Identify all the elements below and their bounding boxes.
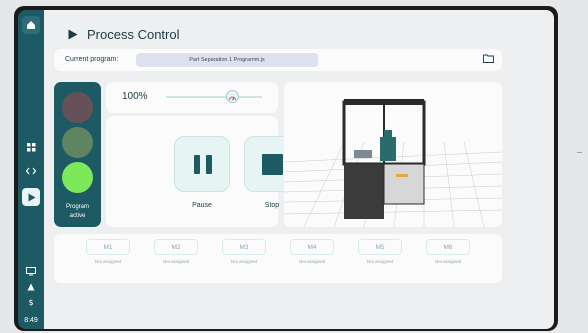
control-panel: Pause Stop [106, 116, 300, 227]
current-program-field[interactable]: Part Separation 1 Programm.js [136, 53, 318, 67]
yellow-light [62, 127, 93, 158]
dollar-icon[interactable]: $ [22, 293, 40, 311]
motor-name: M5 [358, 239, 402, 255]
sidebar: $ 8:49 [18, 10, 44, 329]
status-light-panel: Program active [54, 82, 101, 227]
motor-slot[interactable]: M6 Not assigned [426, 239, 470, 264]
pause-button[interactable] [174, 136, 230, 192]
motor-status: Not assigned [94, 259, 122, 264]
gauge-icon [229, 96, 236, 101]
speed-slider-track[interactable] [166, 96, 262, 98]
pause-label: Pause [192, 202, 212, 209]
machine-render [284, 99, 502, 227]
green-light [62, 162, 93, 193]
motor-slot[interactable]: M5 Not assigned [358, 239, 402, 264]
motor-slot[interactable]: M4 Not assigned [290, 239, 334, 264]
motor-name: M2 [154, 239, 198, 255]
speed-slider-thumb[interactable] [226, 90, 239, 103]
red-light [62, 92, 93, 123]
motor-status: Not assigned [230, 259, 258, 264]
machine-3d-view[interactable] [284, 82, 502, 227]
grid-icon[interactable] [22, 138, 40, 156]
motor-status: Not assigned [366, 259, 394, 264]
pause-icon [194, 155, 212, 174]
status-label-line2: active [69, 213, 86, 219]
status-label-line1: Program [65, 204, 89, 210]
edge-marker [577, 152, 582, 153]
motor-status: Not assigned [298, 259, 326, 264]
play-icon[interactable] [22, 188, 40, 206]
speed-panel: 100% [106, 82, 278, 113]
status-label: Program active [54, 203, 101, 221]
motor-slot[interactable]: M2 Not assigned [154, 239, 198, 264]
page-header: Process Control [68, 27, 179, 42]
folder-icon[interactable] [483, 54, 494, 63]
clock-time: 8:49 [24, 317, 38, 324]
motor-status: Not assigned [434, 259, 462, 264]
home-icon[interactable] [22, 16, 40, 34]
current-program-label: Current program: [65, 56, 119, 63]
motor-name: M6 [426, 239, 470, 255]
motor-slot[interactable]: M1 Not assigned [86, 239, 130, 264]
motor-name: M3 [222, 239, 266, 255]
motor-name: M1 [86, 239, 130, 255]
motor-slot[interactable]: M3 Not assigned [222, 239, 266, 264]
motor-panel: M1 Not assigned M2 Not assigned M3 Not assign… [54, 234, 502, 283]
current-program-bar: Current program: Part Separation 1 Progr… [54, 49, 502, 71]
speed-value: 100% [122, 91, 148, 102]
motor-name: M4 [290, 239, 334, 255]
machine-cabinet [342, 99, 426, 219]
play-icon [68, 29, 78, 40]
page-title: Process Control [87, 27, 180, 42]
motor-status: Not assigned [162, 259, 190, 264]
code-icon[interactable] [22, 162, 40, 180]
